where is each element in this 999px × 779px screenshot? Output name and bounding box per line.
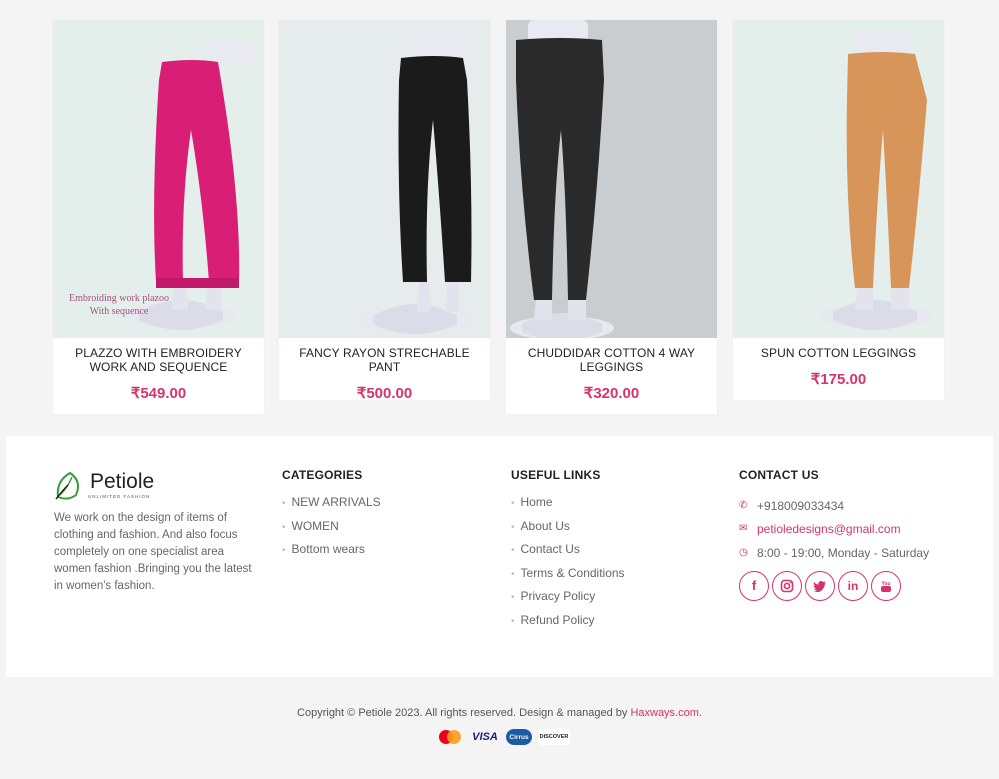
instagram-icon[interactable] [772,570,802,601]
cirrus-icon: Cirrus [506,729,532,745]
mail-icon: ✉ [739,523,748,535]
footer-link-terms[interactable]: • Terms & Conditions [511,565,625,589]
bullet-icon: • [511,545,515,556]
category-link[interactable]: • Bottom wears [282,541,381,565]
designer-link[interactable]: Haxways.com [630,707,698,719]
contact-column: CONTACT US ✆ +918009033434 ✉ petioledesign… [739,468,929,601]
discover-icon: DISCOVER [538,729,570,745]
product-price: ₹500.00 [356,385,413,402]
mastercard-icon [436,729,464,745]
bullet-icon: • [282,498,286,509]
site-footer: Petiole UNLIMITED FASHION We work on the… [6,436,993,677]
footer-link-refund[interactable]: • Refund Policy [511,612,625,636]
linkedin-icon[interactable]: in [838,570,868,601]
product-card[interactable]: Embroiding work plazoo With sequence PLAZ… [53,20,264,414]
footer-logo[interactable]: Petiole UNLIMITED FASHION [54,468,260,502]
contact-hours: ◷ 8:00 - 19:00, Monday - Saturday [739,545,930,560]
footer-link-about[interactable]: • About Us [511,518,625,542]
brand-tagline: UNLIMITED FASHION [88,493,151,499]
product-price: ₹175.00 [810,371,867,388]
bullet-icon: • [511,521,515,533]
copyright-text: Copyright © Petiole 2023. All rights res… [297,707,702,719]
bullet-icon: • [511,615,515,627]
youtube-icon[interactable]: You [871,570,901,601]
facebook-icon[interactable]: f [739,570,769,601]
product-image[interactable] [506,20,717,338]
product-card[interactable]: CHUDDIDAR COTTON 4 WAY LEGGINGS ₹320.00 [506,20,717,414]
product-name[interactable]: SPUN COTTON LEGGINGS [733,338,944,360]
product-name[interactable]: PLAZZO WITH EMBROIDERY WORK AND SEQUENCE [53,338,264,374]
product-name[interactable]: FANCY RAYON STRECHABLE PANT [279,338,490,374]
twitter-icon[interactable] [805,570,835,601]
product-price: ₹549.00 [130,385,187,402]
product-image[interactable] [279,20,490,338]
product-price: ₹320.00 [583,385,640,402]
category-link[interactable]: • NEW ARRIVALS [282,494,381,518]
footer-link-privacy[interactable]: • Privacy Policy [511,588,625,612]
product-image[interactable] [733,20,944,338]
bullet-icon: • [282,521,286,533]
product-image-caption: Embroiding work plazoo With sequence [69,293,169,317]
clock-icon: ◷ [739,546,748,558]
category-link[interactable]: • WOMEN [282,518,381,542]
phone-icon: ✆ [739,499,748,511]
social-links: f in You [739,570,929,601]
useful-links-heading: USEFUL LINKS [511,468,601,482]
about-text: We work on the design of items of clothi… [54,512,252,592]
footer-link-home[interactable]: • Home [511,494,625,518]
contact-email[interactable]: ✉ petioledesigns@gmail.com [739,518,929,542]
categories-heading: CATEGORIES [282,468,363,482]
bullet-icon: • [511,592,515,603]
contact-heading: CONTACT US [739,468,819,482]
bullet-icon: • [511,568,515,580]
brand-name: Petiole [90,469,155,493]
bullet-icon: • [511,498,515,509]
leaf-logo-icon [55,471,79,500]
product-image[interactable]: Embroiding work plazoo With sequence [53,20,264,338]
payment-methods: VISA Cirrus DISCOVER [436,729,570,745]
categories-column: CATEGORIES • NEW ARRIVALS • WOMEN • Bottom … [282,468,381,565]
product-card[interactable]: FANCY RAYON STRECHABLE PANT ₹500.00 [279,20,490,402]
footer-about: Petiole UNLIMITED FASHION We work on the… [54,468,260,595]
product-card[interactable]: SPUN COTTON LEGGINGS ₹175.00 [733,20,944,400]
visa-icon: VISA [472,731,498,743]
contact-phone[interactable]: ✆ +918009033434 [739,494,929,518]
product-grid: Embroiding work plazoo With sequence PLAZ… [0,0,999,430]
useful-links-column: USEFUL LINKS • Home • About Us • Contact Us… [511,468,625,635]
bullet-icon: • [282,545,286,556]
product-name[interactable]: CHUDDIDAR COTTON 4 WAY LEGGINGS [506,338,717,374]
footer-link-contact[interactable]: • Contact Us [511,541,625,565]
